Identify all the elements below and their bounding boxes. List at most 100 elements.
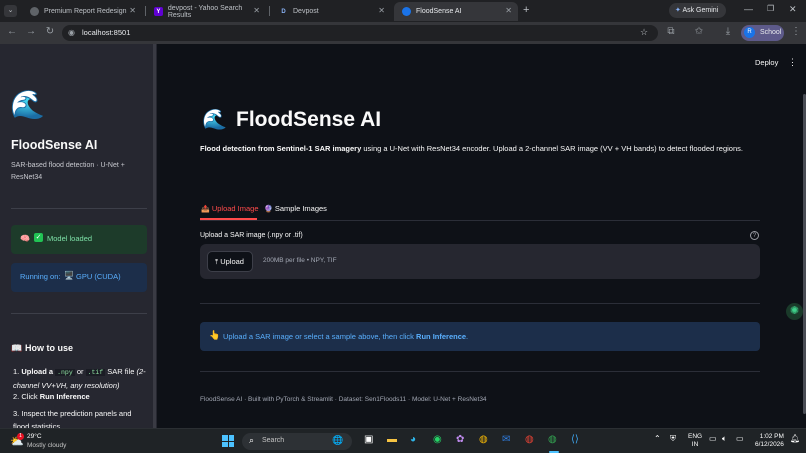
main-menu-icon[interactable]: ⋮ [788,57,797,68]
search-highlight-icon: 🌐 [332,435,344,445]
copilot-icon[interactable]: ✿ [456,434,464,445]
step-number: 1. [13,367,20,376]
tab-title: FloodSense AI [416,8,462,15]
security-icon[interactable]: ⛨ [670,434,676,444]
help-icon[interactable]: ? [750,231,759,240]
sample-tab-icon: 🔮 [264,206,273,213]
sidebar-divider [11,313,147,314]
task-view-icon[interactable]: ▣ [364,434,373,445]
sidebar: 🌊 FloodSense AI SAR-based flood detectio… [0,44,157,428]
close-window-icon[interactable]: ✕ [789,4,797,15]
close-icon[interactable]: ✕ [378,6,385,15]
main-content: Deploy ⋮ 🌊 FloodSense AI Flood detection… [157,44,806,428]
tray-overflow-icon[interactable]: ⌃ [654,434,661,443]
site-info-icon[interactable]: ◉ [68,28,75,37]
chrome-active-icon[interactable]: ◍ [548,434,557,445]
browser-tab-2[interactable]: D Devpost ✕ [271,2,391,21]
file-dropzone[interactable]: ⤒ Upload 200MB per file • NPY, TIF [200,244,760,279]
model-status-text: Model loaded [47,234,93,243]
tab-upload-image[interactable]: 📤 Upload Image [201,204,259,213]
browser-tab-1[interactable]: Y devpost - Yahoo Search Results ✕ [146,2,266,21]
tab-search-button[interactable]: ⌄ [4,5,17,17]
footer-text: FloodSense AI · Built with PyTorch & Str… [200,396,487,403]
chatgpt-floating-icon[interactable]: ✺ [786,303,803,320]
deploy-button[interactable]: Deploy [755,58,778,67]
clock-date: 6/12/2026 [755,441,784,448]
tab-label: Sample Images [274,204,327,213]
reload-icon[interactable]: ↻ [43,26,57,37]
step-1: 1. Upload a .npy or .tif SAR file (2-cha… [13,365,149,392]
device-value: GPU (CUDA) [76,272,121,281]
info-alert: 👆 Upload a SAR image or select a sample … [200,322,760,351]
step-text: Inspect the prediction panels and flood … [13,409,132,428]
browser-tab-3[interactable]: FloodSense AI ✕ [394,2,518,21]
forward-icon[interactable]: → [24,26,38,37]
extensions-icon[interactable]: ⧉ [664,26,678,37]
search-icon: ⌕ [249,435,255,445]
upload-button[interactable]: ⤒ Upload [207,251,253,272]
file-explorer-icon[interactable]: ▬ [387,434,397,445]
new-tab-plus-icon[interactable]: + [523,4,529,16]
step-number: 3. [13,409,20,418]
back-icon[interactable]: ← [5,26,19,37]
vscode-icon[interactable]: ⟨⟩ [571,434,579,445]
step-bold: Run Inference [39,392,90,401]
lang-top: ENG [688,433,703,440]
chrome-profile-icon[interactable]: ◍ [525,434,534,445]
search-placeholder: Search [262,437,285,444]
address-bar[interactable]: ◉ localhost:8501 ☆ [62,25,658,41]
page-title: FloodSense AI [236,108,382,131]
tab-sample-images[interactable]: 🔮 Sample Images [264,204,327,213]
gemini-icon: ✦ [675,7,681,14]
close-icon[interactable]: ✕ [129,6,136,15]
browser-tab-0[interactable]: Premium Report Redesign ✕ [22,2,142,21]
info-bold: Run Inference [416,332,467,341]
code-npy: .npy [55,369,75,376]
edge-icon[interactable]: ◕ [410,434,416,445]
battery-icon[interactable]: ▭ [736,434,744,443]
upload-hint: 200MB per file • NPY, TIF [263,257,337,264]
speaker-icon[interactable]: 🔈︎ [722,434,727,444]
streamlit-icon [402,7,411,16]
display-icon[interactable]: ▭ [709,434,717,443]
uploader-label: Upload a SAR image (.npy or .tif) [200,232,303,239]
monitor-icon: 🖥️ [64,271,74,280]
figma-icon [30,7,39,16]
check-icon: ✓ [34,233,43,242]
profile-label: School [759,29,782,36]
notification-bell-icon[interactable]: 🔔︎ [790,434,800,443]
sidebar-scrollbar[interactable] [153,44,156,428]
profile-button[interactable]: R School [741,25,784,41]
sidebar-subtitle: SAR-based flood detection · U-Net + ResN… [11,162,125,181]
windows-start-icon[interactable] [222,435,234,447]
intro-bold: Flood detection from Sentinel-1 SAR imag… [200,144,362,153]
minimize-icon[interactable]: — [744,4,753,14]
more-menu-icon[interactable]: ⋮ [789,26,803,37]
close-icon[interactable]: ✕ [253,6,260,15]
close-icon[interactable]: ✕ [505,6,512,15]
brain-icon: 🧠 [20,234,30,243]
pointing-hand-icon: 👆 [209,330,221,340]
tab-label: Upload Image [211,204,259,213]
sidebar-divider [11,208,147,209]
browser-tab-bar: ⌄ Premium Report Redesign ✕ Y devpost - … [0,0,806,22]
device-prefix: Running on: [20,272,61,281]
bookmark-star-icon[interactable]: ☆ [640,27,648,38]
restore-icon[interactable]: ❐ [767,4,774,13]
chrome-icon[interactable]: ◍ [479,434,488,445]
step-text: or [76,367,84,376]
wave-title-icon: 🌊 [202,109,227,131]
taskbar-search[interactable]: ⌕ Search 🌐 [242,433,352,450]
step-number: 2. [13,392,20,401]
yahoo-icon: Y [154,7,163,16]
wave-logo-icon: 🌊 [10,89,45,120]
outlook-icon[interactable]: ✉ [502,434,510,445]
language-indicator[interactable]: ENG IN [688,433,702,449]
upload-button-label: Upload [220,257,244,266]
favorites-icon[interactable]: ✩ [692,26,706,37]
whatsapp-icon[interactable]: ◉ [433,434,442,445]
clock[interactable]: 1:02 PM 6/12/2026 [755,433,784,449]
download-icon[interactable]: ⤓ [721,26,735,37]
ask-gemini-button[interactable]: ✦ Ask Gemini [669,3,726,18]
book-icon: 📖 [11,343,23,353]
